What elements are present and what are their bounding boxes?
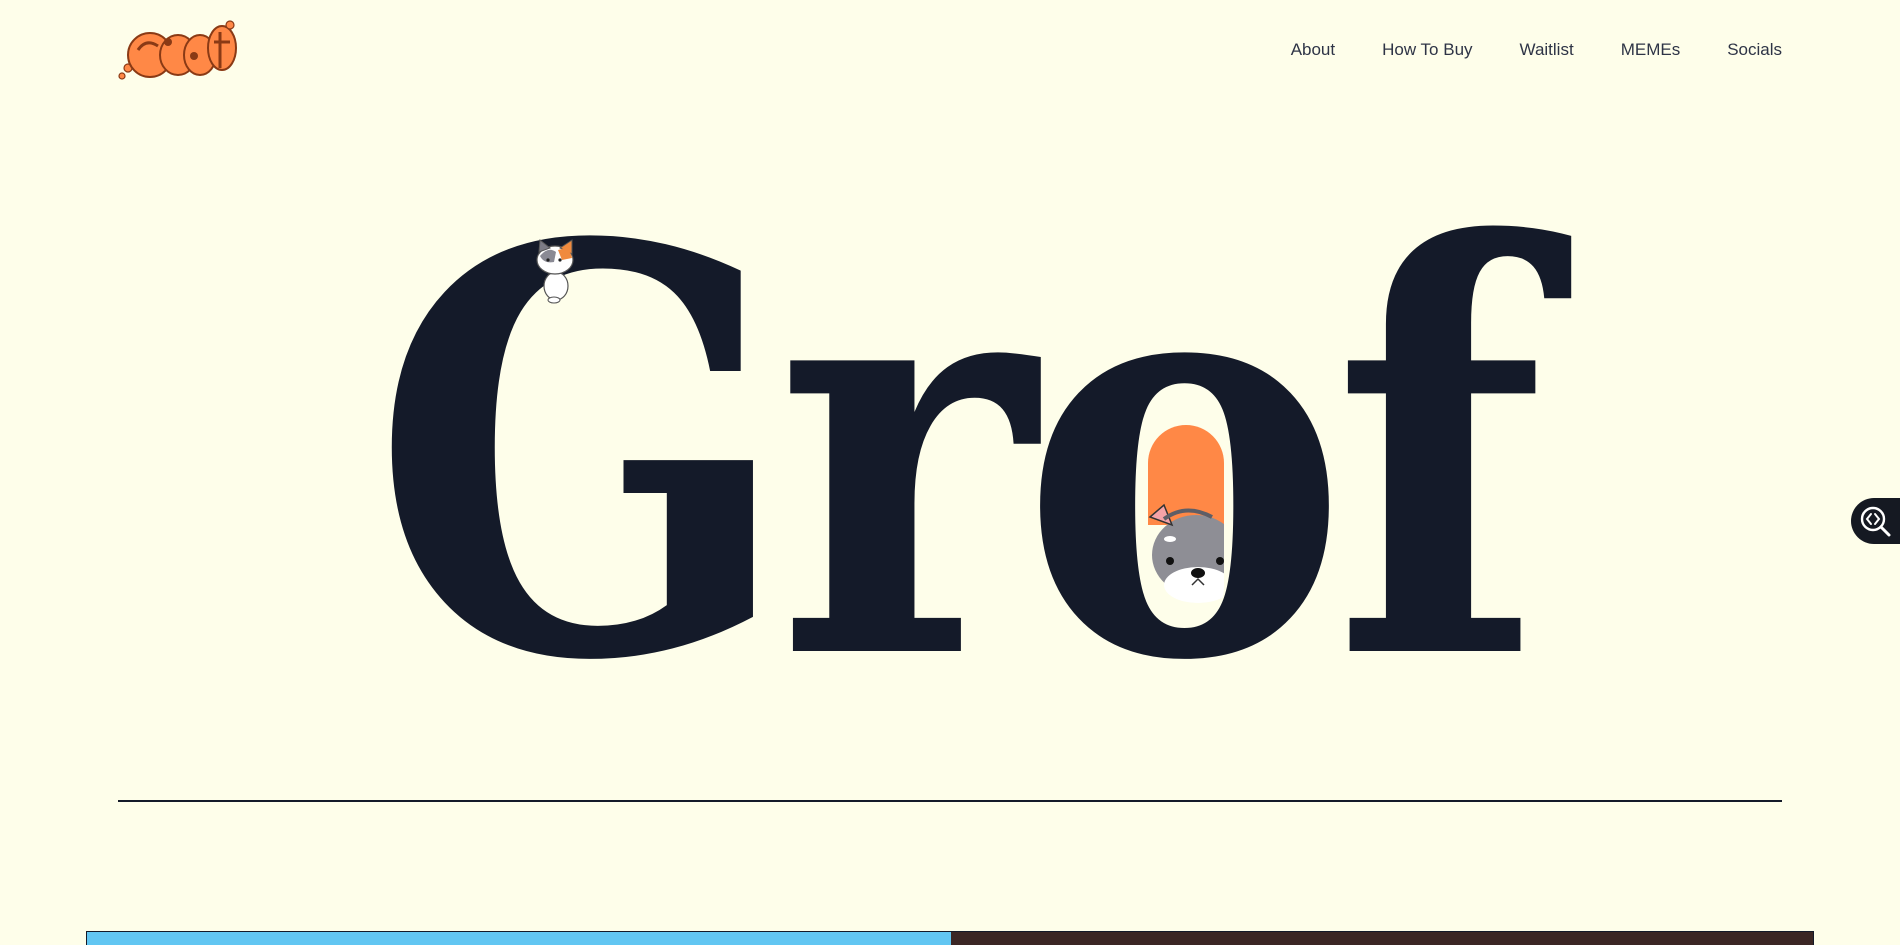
main-nav: About How To Buy Waitlist MEMEs Socials [1244,38,1782,62]
nav-how-to-buy[interactable]: How To Buy [1382,38,1472,62]
nav-waitlist[interactable]: Waitlist [1520,38,1574,62]
code-search-tool-button[interactable] [1851,498,1900,544]
preview-panel-image [951,932,1813,945]
grof-logo[interactable] [116,20,240,82]
code-search-icon [1860,506,1891,537]
site-header: About How To Buy Waitlist MEMEs Socials [0,0,1900,100]
wolf-mascot-icon [1146,425,1226,625]
hero-title: Grof [371,126,1545,784]
preview-panel-blue [87,932,951,945]
next-section-preview [86,931,1814,945]
hero-section: Grof [0,126,1900,784]
nav-memes[interactable]: MEMEs [1621,38,1681,62]
nav-socials[interactable]: Socials [1727,38,1782,62]
nav-about[interactable]: About [1291,38,1335,62]
section-divider [118,800,1782,802]
cat-mascot-icon [530,238,580,304]
